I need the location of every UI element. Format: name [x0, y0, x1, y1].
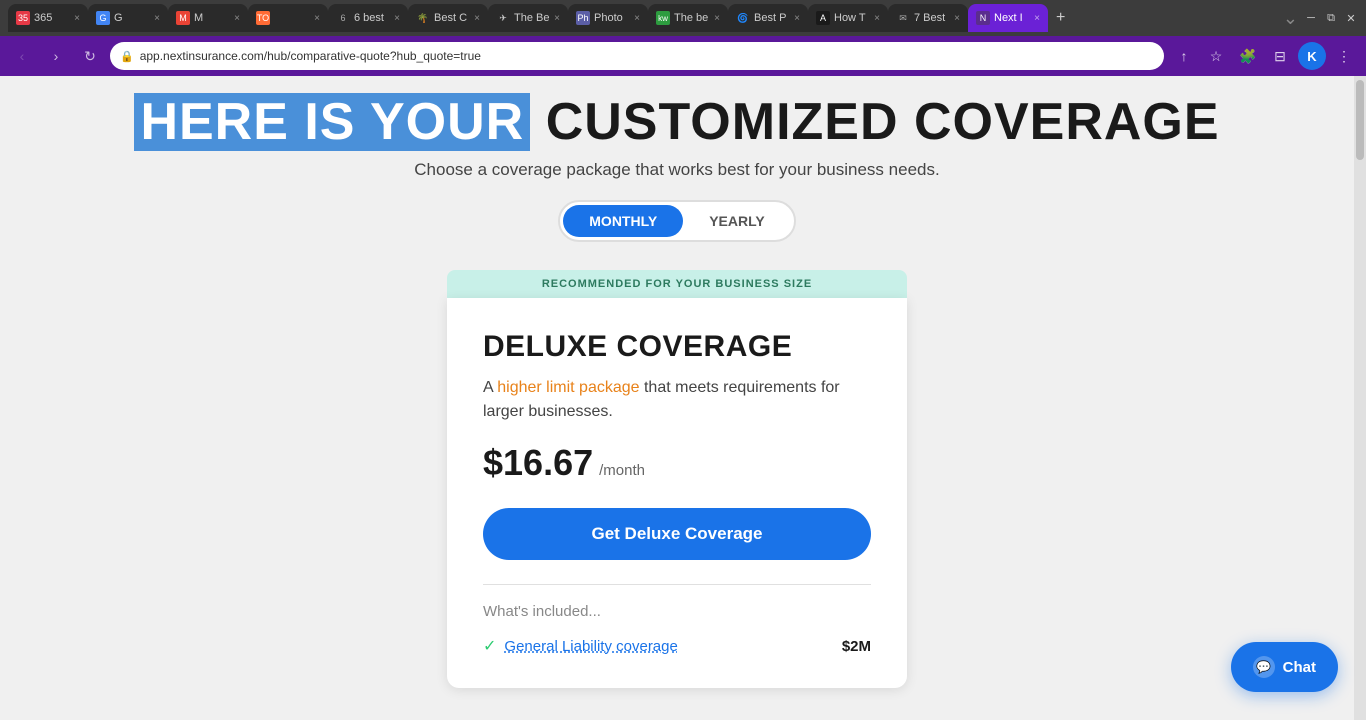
split-view-button[interactable]: ⊟ — [1266, 42, 1294, 70]
tab-bestc[interactable]: 🌴 Best C × — [408, 4, 488, 32]
coverage-wrapper: RECOMMENDED FOR YOUR BUSINESS SIZE DELUX… — [447, 270, 907, 688]
coverage-item-left: ✓ General Liability coverage — [483, 636, 678, 656]
coverage-item-label-gl[interactable]: General Liability coverage — [504, 638, 677, 655]
price-row: $16.67 /month — [483, 442, 871, 484]
coverage-item-value-gl: $2M — [842, 638, 871, 655]
chat-icon: 💬 — [1253, 656, 1275, 678]
desc-plain: A — [483, 379, 497, 396]
coverage-card: DELUXE COVERAGE A higher limit package t… — [447, 298, 907, 688]
share-button[interactable]: ↑ — [1170, 42, 1198, 70]
tab-nextinsurance[interactable]: N Next I × — [968, 4, 1048, 32]
tab-favicon-google: G — [96, 11, 110, 25]
tabs-container: 35 365 × G G × M M × TO × — [8, 4, 1283, 32]
back-button[interactable]: ‹ — [8, 42, 36, 70]
monthly-toggle-button[interactable]: MONTHLY — [563, 205, 683, 237]
tab-favicon-7best: ✉ — [896, 11, 910, 25]
url-bar[interactable]: 🔒 app.nextinsurance.com/hub/comparative-… — [110, 42, 1164, 70]
tab-favicon-thebe: ✈ — [496, 11, 510, 25]
tab-favicon-bestc: 🌴 — [416, 11, 430, 25]
coverage-description: A higher limit package that meets requir… — [483, 376, 871, 424]
url-text: app.nextinsurance.com/hub/comparative-qu… — [140, 49, 1154, 63]
forward-button[interactable]: › — [42, 42, 70, 70]
toggle-container: MONTHLY YEARLY — [0, 200, 1354, 242]
title-bar: 35 365 × G G × M M × TO × — [0, 0, 1366, 36]
window-controls: ⌄ ─ ⧉ ✕ — [1283, 8, 1358, 29]
page-content: HERE IS YOUR CUSTOMIZED COVERAGE Choose … — [0, 76, 1366, 720]
tab-favicon-365: 35 — [16, 11, 30, 25]
heading-highlighted: HERE IS YOUR — [134, 93, 530, 151]
card-divider — [483, 584, 871, 585]
tab-favicon-photo: Ph — [576, 11, 590, 25]
yearly-toggle-button[interactable]: YEARLY — [683, 205, 791, 237]
minimize-button[interactable]: ─ — [1304, 11, 1318, 25]
tab-thebe[interactable]: ✈ The Be × — [488, 4, 568, 32]
new-tab-button[interactable]: + — [1048, 9, 1073, 27]
tab-overflow-button[interactable]: ⌄ — [1283, 8, 1298, 29]
tab-6best[interactable]: 6 6 best × — [328, 4, 408, 32]
tab-favicon-6best: 6 — [336, 11, 350, 25]
tab-favicon-gmail: M — [176, 11, 190, 25]
heading-normal2: CUSTOMIZED COVERAGE — [546, 93, 1220, 151]
close-button[interactable]: ✕ — [1344, 11, 1358, 25]
scrollbar[interactable] — [1354, 76, 1366, 720]
menu-button[interactable]: ⋮ — [1330, 42, 1358, 70]
coverage-area: RECOMMENDED FOR YOUR BUSINESS SIZE DELUX… — [0, 270, 1354, 688]
price-period: /month — [599, 462, 645, 479]
tab-thebe2[interactable]: kw The be × — [648, 4, 728, 32]
tab-photo[interactable]: Ph Photo × — [568, 4, 648, 32]
coverage-title: DELUXE COVERAGE — [483, 330, 871, 364]
billing-toggle: MONTHLY YEARLY — [558, 200, 795, 242]
tab-7best[interactable]: ✉ 7 Best × — [888, 4, 968, 32]
get-coverage-button[interactable]: Get Deluxe Coverage — [483, 508, 871, 560]
lock-icon: 🔒 — [120, 50, 134, 63]
subtitle: Choose a coverage package that works bes… — [0, 160, 1354, 180]
tab-to[interactable]: TO × — [248, 4, 328, 32]
address-icons: ↑ ☆ 🧩 ⊟ K ⋮ — [1170, 42, 1358, 70]
recommended-banner: RECOMMENDED FOR YOUR BUSINESS SIZE — [447, 270, 907, 298]
extensions-button[interactable]: 🧩 — [1234, 42, 1262, 70]
tab-favicon-nextinsurance: N — [976, 11, 990, 25]
price-amount: $16.67 — [483, 442, 593, 484]
coverage-item-gl: ✓ General Liability coverage $2M — [483, 632, 871, 660]
desc-highlight: higher limit package — [497, 379, 639, 396]
address-bar: ‹ › ↻ 🔒 app.nextinsurance.com/hub/compar… — [0, 36, 1366, 76]
whats-included-label: What's included... — [483, 603, 871, 620]
reload-button[interactable]: ↻ — [76, 42, 104, 70]
scrollbar-thumb[interactable] — [1356, 80, 1364, 160]
page-inner: HERE IS YOUR CUSTOMIZED COVERAGE Choose … — [0, 76, 1354, 688]
bookmark-button[interactable]: ☆ — [1202, 42, 1230, 70]
hero-heading: HERE IS YOUR CUSTOMIZED COVERAGE — [0, 76, 1354, 148]
chat-button[interactable]: 💬 Chat — [1231, 642, 1338, 692]
tab-bestp[interactable]: 🌀 Best P × — [728, 4, 808, 32]
tab-google[interactable]: G G × — [88, 4, 168, 32]
tab-favicon-howt: A — [816, 11, 830, 25]
chat-label: Chat — [1283, 659, 1316, 676]
profile-button[interactable]: K — [1298, 42, 1326, 70]
tab-howt[interactable]: A How T × — [808, 4, 888, 32]
tab-favicon-to: TO — [256, 11, 270, 25]
browser-window: 35 365 × G G × M M × TO × — [0, 0, 1366, 720]
restore-button[interactable]: ⧉ — [1324, 11, 1338, 25]
tab-365[interactable]: 35 365 × — [8, 4, 88, 32]
check-icon: ✓ — [483, 636, 496, 656]
tab-gmail[interactable]: M M × — [168, 4, 248, 32]
tab-favicon-bestp: 🌀 — [736, 11, 750, 25]
tab-favicon-thebe2: kw — [656, 11, 670, 25]
